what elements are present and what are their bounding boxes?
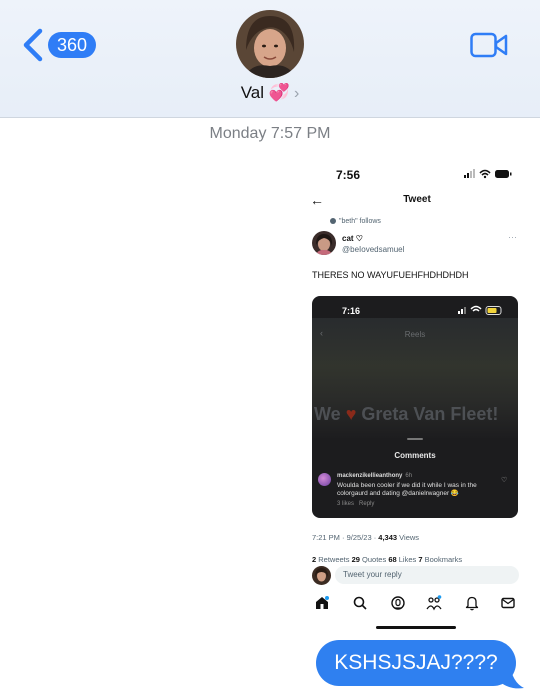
author-handle[interactable]: @beIovedsamuel	[342, 245, 404, 254]
conversation-header: 360 Val 💞 ›	[0, 0, 540, 118]
message-timestamp: Monday 7:57 PM	[209, 125, 331, 142]
person-icon	[330, 218, 336, 225]
reply-avatar	[312, 566, 331, 585]
contact-name-row[interactable]: Val 💞 ›	[0, 83, 540, 103]
chevron-left-icon[interactable]	[20, 28, 46, 62]
messages-icon[interactable]	[500, 595, 516, 611]
tweet-time-views: 7:21 PM · 9/25/23 · 4,343 Views	[312, 533, 420, 542]
media-status-time: 7:16	[342, 306, 361, 316]
media-status-icons	[458, 305, 502, 315]
heart-icon: ♥	[345, 404, 357, 424]
notifications-icon[interactable]	[464, 595, 480, 611]
bubble-tail	[500, 664, 524, 689]
contact-name: Val 💞	[240, 83, 290, 102]
sheet-handle	[407, 438, 423, 440]
status-time: 7:56	[336, 168, 361, 182]
tweet-text: THERES NO WAYUFUEHFHDHDHDH	[312, 270, 469, 280]
video-camera-icon[interactable]	[470, 32, 508, 58]
follows-note: "beth" follows	[330, 218, 381, 225]
spaces-icon[interactable]	[390, 595, 406, 611]
attachment-screenshot[interactable]: 7:56 ← Tweet "beth" follows cat ♡ @beIov…	[302, 152, 532, 634]
contact-avatar[interactable]	[236, 10, 304, 78]
screen-title: Tweet	[403, 194, 431, 205]
reels-label: Reels	[404, 330, 426, 339]
comment-heart-icon: ♡	[501, 477, 508, 484]
status-icons	[464, 169, 512, 179]
comments-title: Comments	[394, 451, 436, 460]
home-icon[interactable]	[314, 595, 330, 611]
messages-conversation: 360 Val 💞 › Monday 7:57 PM 7:56 ← Tweet …	[0, 0, 540, 698]
tweet-media[interactable]: 7:16 ‹ Reels We ♥ Greta Van Fleet! Comme…	[312, 296, 518, 518]
reply-input[interactable]: Tweet your reply	[335, 566, 519, 584]
commenter-username: mackenzikellieanthony 6h	[337, 473, 413, 479]
overlay-caption: We ♥ Greta Van Fleet!	[314, 404, 499, 424]
comment-text: Woulda been cooler if we did it while I …	[337, 482, 477, 497]
comment-meta: 3 likes Reply	[337, 501, 375, 507]
author-name[interactable]: cat ♡	[342, 234, 363, 243]
search-icon[interactable]	[352, 595, 368, 611]
commenter-avatar	[318, 473, 331, 486]
home-indicator	[376, 626, 456, 629]
author-avatar[interactable]	[312, 231, 336, 255]
bottom-nav	[302, 592, 532, 614]
outgoing-message-bubble[interactable]: KSHSJSJAJ????	[316, 640, 516, 686]
unread-count-badge[interactable]: 360	[48, 32, 97, 58]
chevron-right-icon: ›	[293, 85, 300, 102]
more-icon[interactable]: ···	[508, 232, 517, 242]
tweet-stats: 2 Retweets 29 Quotes 68 Likes 7 Bookmark…	[312, 555, 463, 563]
communities-icon[interactable]	[426, 595, 442, 611]
